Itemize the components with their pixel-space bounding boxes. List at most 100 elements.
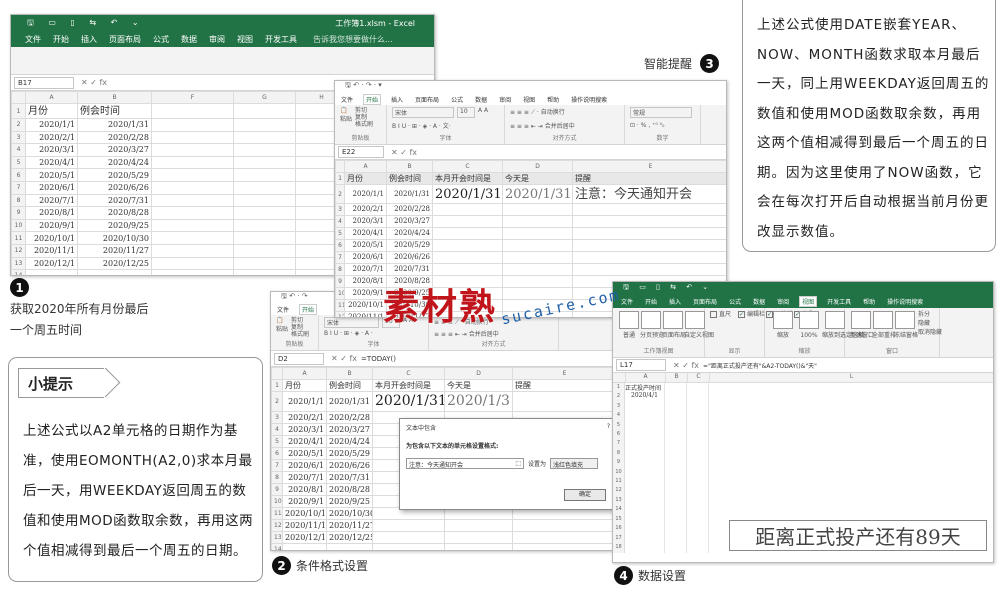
cell[interactable]: 2020/4/1	[344, 227, 387, 240]
cell[interactable]	[372, 531, 445, 544]
cell[interactable]	[372, 519, 445, 532]
cell-a2[interactable]: 2020/4/1	[625, 392, 664, 399]
font-size-select[interactable]: 10	[457, 107, 475, 118]
cell[interactable]: 2020/4/1	[282, 435, 327, 448]
ribbon-tab[interactable]: 开始	[643, 297, 659, 306]
cell[interactable]	[444, 543, 513, 550]
cell[interactable]: 2020/12/25	[77, 256, 152, 271]
cell[interactable]: 2020/9/1	[282, 495, 327, 508]
row-header[interactable]: 7	[335, 251, 345, 264]
name-box[interactable]: D2	[274, 352, 324, 365]
ribbon-tab[interactable]: 数据	[473, 95, 489, 104]
ribbon-tab[interactable]: 公式	[151, 34, 171, 45]
ribbon-tab[interactable]: 页面布局	[107, 34, 143, 45]
cell[interactable]: 2020/1/1	[344, 184, 387, 204]
ribbon-tab[interactable]: 开始	[299, 304, 318, 315]
cell[interactable]	[502, 227, 573, 240]
cell[interactable]: 2020/8/1	[25, 206, 78, 220]
cell[interactable]	[151, 103, 234, 119]
name-box[interactable]: E22	[338, 146, 384, 158]
window-button[interactable]: 冻结窗格	[894, 310, 918, 339]
cell[interactable]: 2020/7/31	[77, 193, 152, 208]
cell[interactable]: 2020/1/31	[77, 118, 152, 132]
cell[interactable]	[151, 256, 234, 271]
cell[interactable]	[444, 519, 513, 532]
paste-button[interactable]: 📋 粘贴	[276, 317, 288, 338]
row-header[interactable]: 4	[11, 143, 26, 157]
ribbon-tab[interactable]: 操作说明搜索	[569, 95, 609, 104]
header-cell[interactable]: 今天是	[444, 379, 513, 392]
cell[interactable]	[233, 256, 296, 271]
col-header[interactable]: A	[344, 160, 387, 173]
cell[interactable]: 2020/2/1	[344, 203, 387, 216]
col-header[interactable]: L	[709, 373, 993, 382]
cell[interactable]	[151, 180, 234, 195]
cell[interactable]: 2020/1/1	[25, 118, 78, 132]
header-cell[interactable]: 本月开会时间是	[432, 172, 503, 185]
cell[interactable]	[151, 130, 234, 145]
window-button[interactable]: 全部重排	[872, 310, 896, 339]
ribbon-tab[interactable]: 操作说明搜索	[885, 297, 925, 306]
row-header[interactable]: 16	[613, 524, 624, 533]
cell[interactable]: 2020/6/26	[386, 251, 433, 264]
cell[interactable]: 2020/3/1	[25, 143, 78, 157]
cell[interactable]	[233, 168, 296, 182]
row-header[interactable]: 2	[271, 391, 283, 412]
cell[interactable]: 2020/5/29	[326, 447, 373, 460]
row-header[interactable]: 2	[335, 184, 345, 204]
cell[interactable]: 2020/3/1	[282, 423, 327, 436]
row-header[interactable]: 1	[335, 172, 345, 185]
cell[interactable]: 2020/5/29	[386, 239, 433, 252]
paste-button[interactable]: 📋 粘贴	[340, 107, 352, 128]
ribbon-tab[interactable]: 帮助	[545, 95, 561, 104]
cell[interactable]	[502, 263, 573, 276]
view-button[interactable]: 页面布局	[662, 310, 686, 339]
cell[interactable]: 2020/6/1	[25, 180, 78, 195]
cell[interactable]: 2020/6/1	[282, 459, 327, 472]
cell[interactable]: 2020/9/25	[326, 495, 373, 508]
col-header[interactable]: C	[687, 373, 709, 382]
ribbon-tab[interactable]: 插入	[667, 297, 683, 306]
ribbon-tab[interactable]: 公式	[727, 297, 743, 306]
row-header[interactable]: 18	[613, 543, 624, 552]
help-icon[interactable]: ?	[607, 423, 610, 432]
cell[interactable]	[151, 143, 234, 157]
ribbon-tab[interactable]: 页面布局	[413, 95, 441, 104]
row-header[interactable]: 11	[271, 507, 283, 520]
ribbon-tab[interactable]: 文件	[275, 305, 291, 314]
cell[interactable]: 2020/6/26	[326, 459, 373, 472]
format-select[interactable]: 浅红色填充	[550, 458, 599, 469]
row-header[interactable]: 10	[613, 468, 624, 477]
row-header[interactable]: 3	[335, 203, 345, 216]
fx-icon[interactable]: ✕ ✓ fx	[81, 78, 107, 87]
col-header[interactable]: C	[372, 367, 445, 380]
cell[interactable]: 2020/7/1	[25, 193, 78, 208]
row-header[interactable]: 12	[11, 243, 26, 258]
window-button[interactable]: 新建窗口	[850, 310, 874, 339]
row-header[interactable]: 13	[11, 256, 26, 271]
col-header[interactable]: G	[233, 91, 296, 104]
cell[interactable]: 2020/1/31	[372, 391, 445, 412]
ribbon-tab[interactable]: 审阅	[497, 95, 513, 104]
cell[interactable]: 例会时间	[77, 103, 152, 119]
row-header[interactable]: 4	[613, 411, 624, 420]
col-header[interactable]: B	[326, 367, 373, 380]
row-header[interactable]: 1	[271, 379, 283, 392]
ribbon-tab[interactable]: 视图	[521, 95, 537, 104]
clipboard-item[interactable]: 格式刷	[291, 331, 309, 338]
font-format-icons[interactable]: B I U · ⊞ · ◈ · A · 文·	[392, 121, 451, 130]
cell[interactable]	[151, 155, 234, 170]
cell[interactable]: 2020/5/1	[25, 168, 78, 182]
cell[interactable]: 2020/8/28	[77, 206, 152, 220]
window-side-item[interactable]: 取消隐藏	[918, 328, 942, 337]
formula-text[interactable]: ="距离正式投产还有"&A2-TODAY()&"天"	[703, 361, 817, 370]
cell[interactable]	[233, 180, 296, 195]
header-cell[interactable]: 提醒	[512, 379, 614, 392]
row-header[interactable]: 11	[11, 231, 26, 245]
cell[interactable]: 2020/8/1	[344, 275, 387, 288]
ribbon-tab[interactable]: 文件	[339, 95, 355, 104]
col-header[interactable]: A	[625, 373, 665, 382]
row-header[interactable]: 7	[11, 180, 26, 195]
ribbon-tab[interactable]: 数据	[751, 297, 767, 306]
cell[interactable]: 2020/12/25	[326, 531, 373, 544]
